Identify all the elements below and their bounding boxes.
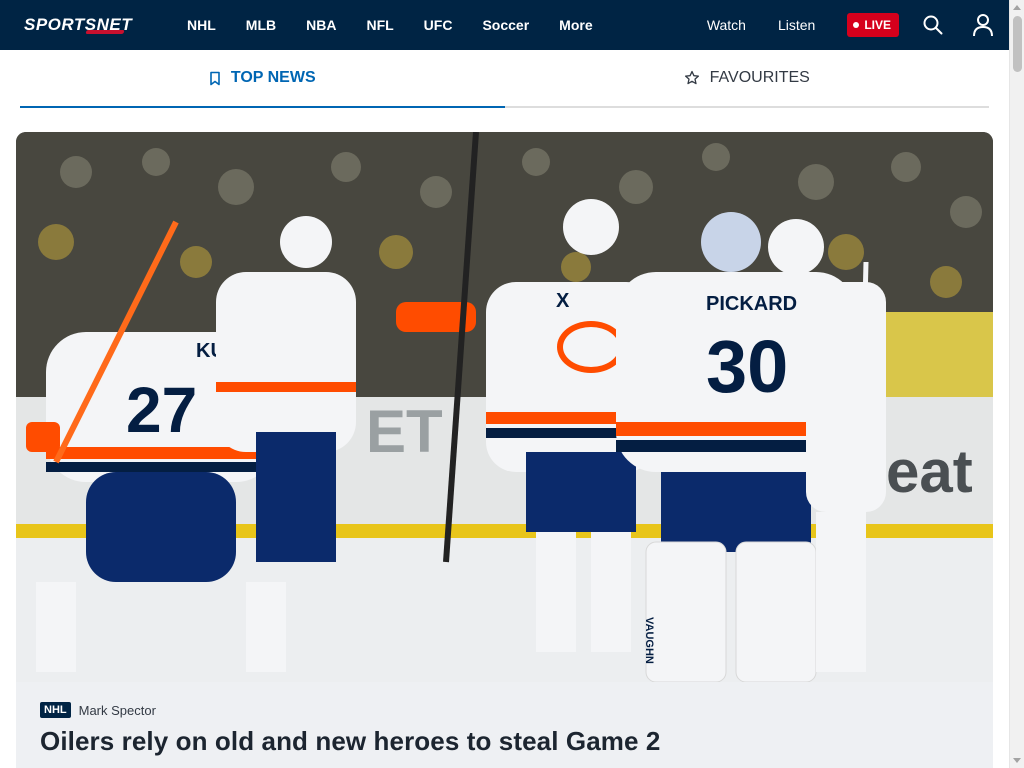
bookmark-icon (209, 71, 221, 86)
league-badge[interactable]: NHL (40, 702, 71, 718)
story-author: Mark Spector (78, 702, 156, 718)
watch-link[interactable]: Watch (707, 17, 746, 33)
scroll-down-arrow-icon[interactable] (1013, 758, 1021, 763)
top-nav-bar: SPORTSNET NHL MLB NBA NFL UFC Soccer Mor… (0, 0, 1009, 50)
pad-brand: VAUGHN (643, 617, 655, 664)
nav-item-nba[interactable]: NBA (306, 17, 336, 33)
logo-swoosh (85, 30, 125, 34)
jersey-name-right: PICKARD (706, 293, 797, 315)
story-headline[interactable]: Oilers rely on old and new heroes to ste… (40, 726, 969, 757)
scroll-up-arrow-icon[interactable] (1013, 5, 1021, 10)
league-nav: NHL MLB NBA NFL UFC Soccer More (187, 17, 623, 33)
nav-right-group: Watch Listen LIVE (707, 0, 1009, 50)
search-button[interactable] (921, 13, 945, 37)
tab-favourites-label: FAVOURITES (709, 69, 810, 86)
nav-item-soccer[interactable]: Soccer (482, 17, 529, 33)
nav-item-more[interactable]: More (559, 17, 592, 33)
hero-image-illustration: ET eat KULAK 27 (16, 132, 993, 682)
user-icon (973, 14, 993, 37)
search-icon (923, 15, 943, 35)
story-meta: NHL Mark Spector (40, 702, 969, 718)
scroll-thumb[interactable] (1013, 16, 1022, 72)
svg-text:ET: ET (366, 398, 443, 465)
live-label: LIVE (864, 18, 891, 32)
tab-top-news[interactable]: TOP NEWS (20, 50, 505, 108)
jersey-letter-x: X (556, 290, 570, 312)
nav-item-nhl[interactable]: NHL (187, 17, 216, 33)
nav-item-nfl[interactable]: NFL (366, 17, 393, 33)
hero-story-body: NHL Mark Spector Oilers rely on old and … (40, 702, 969, 757)
nav-item-ufc[interactable]: UFC (424, 17, 453, 33)
star-icon (684, 70, 700, 86)
hero-story-card[interactable]: ET eat KULAK 27 (16, 132, 993, 768)
sportsnet-logo[interactable]: SPORTSNET (24, 14, 156, 36)
tab-favourites[interactable]: FAVOURITES (504, 50, 989, 108)
tab-top-news-label: TOP NEWS (230, 69, 316, 86)
live-button[interactable]: LIVE (847, 13, 899, 37)
jersey-number-right: 30 (706, 325, 788, 408)
hero-image: ET eat KULAK 27 (16, 132, 993, 682)
page-scrollbar[interactable] (1009, 0, 1024, 768)
news-tabs: TOP NEWS FAVOURITES (20, 50, 989, 108)
nav-item-mlb[interactable]: MLB (246, 17, 276, 33)
svg-text:eat: eat (886, 438, 973, 505)
jersey-number-left: 27 (126, 374, 197, 446)
profile-button[interactable] (971, 13, 995, 37)
live-dot-icon (853, 22, 860, 28)
listen-link[interactable]: Listen (778, 17, 815, 33)
